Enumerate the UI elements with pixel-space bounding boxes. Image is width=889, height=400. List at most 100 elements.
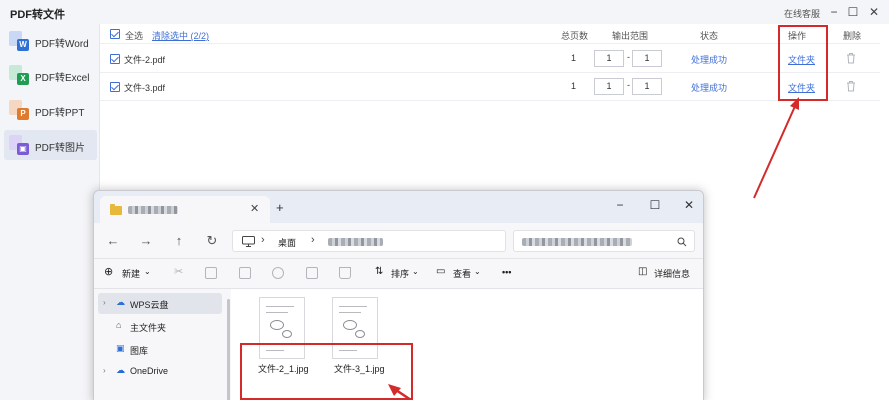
sidebar-item-pdf-to-image[interactable]: ▣ PDF转图片 [4,130,97,160]
nav-item-gallery[interactable]: 图库 [130,344,148,357]
folder-icon [110,204,122,215]
range-to-input[interactable]: 1 [632,50,662,67]
sort-icon: ⇅ [375,266,384,277]
close-button[interactable]: ✕ [681,197,697,213]
app-title: PDF转文件 [10,9,65,21]
select-all-checkbox[interactable] [110,29,120,39]
range-to-input[interactable]: 1 [632,78,662,95]
chevron-right-icon: › [261,234,265,246]
excel-icon: X [9,65,29,85]
chevron-right-icon: › [311,234,315,246]
trash-icon[interactable] [846,80,856,92]
nav-item-wps-cloud[interactable]: WPS云盘 [130,298,169,311]
plus-circle-icon: ⊕ [104,266,114,278]
more-options-button[interactable]: ••• [502,267,511,277]
explorer-navigation-bar: ← → ↑ ↻ › 桌面 › [94,223,703,259]
monitor-icon [242,236,255,247]
output-files-highlight [240,343,413,400]
expand-chevron-icon[interactable]: › [103,298,106,307]
table-row: 文件-3.pdf 1 1 - 1 处理成功 文件夹 [100,73,880,101]
search-icon [677,237,687,247]
up-arrow-icon[interactable]: ↑ [171,233,187,249]
close-button[interactable]: ✕ [866,4,882,20]
sidebar-item-label: PDF转Excel [35,73,90,84]
range-separator: - [627,52,630,62]
sidebar-item-label: PDF转图片 [35,143,85,154]
chevron-down-icon: ⌄ [412,267,419,276]
status-text: 处理成功 [691,55,728,65]
table-header: 全选 清除选中 (2/2) 总页数 输出范围 状态 操作 删除 [100,24,880,44]
tab-title-redacted [128,206,178,214]
back-arrow-icon[interactable]: ← [105,233,121,249]
ppt-icon: P [9,100,29,120]
sort-button[interactable]: 排序 [391,267,409,280]
page-count: 1 [571,81,577,91]
image-icon: ▣ [9,135,29,155]
search-box[interactable] [513,230,695,252]
view-icon: ▭ [436,266,446,277]
copy-icon[interactable] [205,267,217,279]
paste-icon[interactable] [239,267,251,279]
select-all-label[interactable]: 全选 [125,29,143,42]
customer-service-link[interactable]: 在线客服 [784,7,820,20]
range-from-input[interactable]: 1 [594,78,624,95]
minimize-button[interactable]: − [826,4,842,20]
chevron-down-icon: ⌄ [144,267,151,276]
new-button[interactable]: 新建 [122,267,140,280]
sidebar-item-label: PDF转Word [35,39,89,50]
rename-icon[interactable] [272,267,284,279]
nav-item-home[interactable]: 主文件夹 [130,321,166,334]
explorer-tab-bar: ✕ + − ☐ ✕ [94,191,703,223]
cut-icon[interactable]: ✂ [174,265,183,278]
column-status: 状态 [700,31,719,41]
file-name: 文件-3.pdf [124,83,166,93]
range-from-input[interactable]: 1 [594,50,624,67]
breadcrumb-folder-redacted [328,238,383,246]
explorer-tab[interactable]: ✕ [100,196,270,223]
minimize-button[interactable]: − [612,197,628,213]
navigation-pane: › ☁ WPS云盘 ⌂ 主文件夹 ▣ 图库 › ☁ OneDrive [94,289,225,400]
nav-item-onedrive[interactable]: OneDrive [130,366,168,376]
gallery-icon: ▣ [116,343,125,353]
expand-chevron-icon[interactable]: › [103,366,106,375]
cloud-icon: ☁ [116,297,125,307]
sidebar-item-pdf-to-word[interactable]: W PDF转Word [4,26,97,56]
forward-arrow-icon[interactable]: → [138,233,154,249]
page-count: 1 [571,53,577,63]
column-delete: 删除 [843,31,862,41]
sidebar-item-label: PDF转PPT [35,108,85,119]
action-column-highlight [778,25,828,101]
view-button[interactable]: 查看 [453,267,471,280]
refresh-icon[interactable]: ↻ [204,233,220,249]
sidebar-item-pdf-to-ppt[interactable]: P PDF转PPT [4,95,97,125]
column-range: 输出范围 [612,31,649,41]
search-placeholder-redacted [522,238,632,246]
home-icon: ⌂ [116,320,122,330]
close-tab-button[interactable]: ✕ [250,202,259,215]
sidebar-item-pdf-to-excel[interactable]: X PDF转Excel [4,60,97,90]
details-pane-icon: ◫ [638,266,648,277]
explorer-toolbar: ⊕ 新建 ⌄ ✂ ⇅ 排序 ⌄ ▭ 查看 ⌄ ••• ◫ 详细信息 [94,259,703,289]
maximize-button[interactable]: ☐ [845,4,861,20]
row-checkbox[interactable] [110,82,120,92]
status-text: 处理成功 [691,83,728,93]
title-bar: PDF转文件 在线客服 − ☐ ✕ [0,0,889,24]
share-icon[interactable] [306,267,318,279]
chevron-down-icon: ⌄ [474,267,481,276]
row-checkbox[interactable] [110,54,120,64]
address-bar[interactable]: › 桌面 › [232,230,506,252]
table-row: 文件-2.pdf 1 1 - 1 处理成功 文件夹 [100,45,880,73]
sidebar: W PDF转Word X PDF转Excel P PDF转PPT ▣ PDF转图… [0,24,100,400]
word-icon: W [9,31,29,51]
details-button[interactable]: 详细信息 [654,267,690,280]
range-separator: - [627,80,630,90]
column-pages: 总页数 [561,31,589,41]
onedrive-icon: ☁ [116,365,125,375]
trash-icon[interactable] [339,267,351,279]
clear-selection-link[interactable]: 清除选中 (2/2) [152,29,209,42]
maximize-button[interactable]: ☐ [647,197,663,213]
file-name: 文件-2.pdf [124,55,166,65]
new-tab-button[interactable]: + [276,200,284,215]
trash-icon[interactable] [846,52,856,64]
breadcrumb-desktop[interactable]: 桌面 [278,236,296,249]
